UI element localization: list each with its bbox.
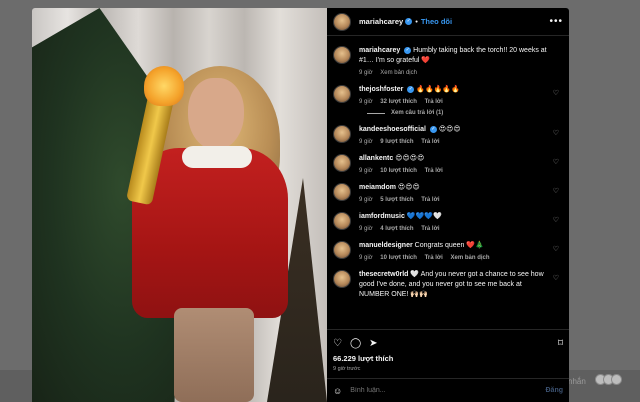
list-item: meiamdom 😍😍😍 9 giờ 5 lượt thích Trả lời … <box>333 183 563 203</box>
heart-icon[interactable]: ♡ <box>553 216 559 224</box>
likes-count[interactable]: 66.229 lượt thích <box>333 354 563 363</box>
comment-username[interactable]: iamfordmusic <box>359 213 405 220</box>
reply-button[interactable]: Trả lời <box>421 197 439 203</box>
comment-username[interactable]: meiamdom <box>359 184 396 191</box>
comment-composer: ☺ Đăng <box>327 378 569 402</box>
list-item: thesecretw0rld 🤍 And you never got a cha… <box>333 270 563 300</box>
avatar[interactable] <box>333 241 351 259</box>
comment-username[interactable]: manueldesigner <box>359 242 413 249</box>
comment-username[interactable]: thejoshfoster <box>359 86 403 93</box>
list-item: thejoshfoster ✓ 🔥🔥🔥🔥🔥 9 giờ 32 lượt thíc… <box>333 85 563 105</box>
comment-likes[interactable]: 10 lượt thích <box>380 168 417 174</box>
heart-icon[interactable]: ♡ <box>333 338 342 349</box>
heart-icon[interactable]: ♡ <box>553 129 559 137</box>
comment-likes[interactable]: 9 lượt thích <box>380 139 413 145</box>
avatar[interactable] <box>333 154 351 172</box>
heart-icon[interactable]: ♡ <box>553 89 559 97</box>
caption-username[interactable]: mariahcarey <box>359 47 400 54</box>
caption-item: mariahcarey ✓ Humbly taking back the tor… <box>333 46 563 76</box>
more-options-icon[interactable]: ••• <box>549 16 563 27</box>
comment-time[interactable]: 9 giờ <box>359 139 373 145</box>
avatar[interactable] <box>333 46 351 64</box>
list-item: allankentc 😍😍😍😍 9 giờ 10 lượt thích Trả … <box>333 154 563 174</box>
avatar[interactable] <box>333 85 351 103</box>
post-image <box>32 8 327 402</box>
comment-input[interactable] <box>350 387 546 394</box>
verified-icon: ✓ <box>429 125 437 133</box>
emoji-icon[interactable]: ☺ <box>333 386 342 396</box>
comment-text: 😍😍😍 <box>438 126 461 133</box>
comment-username[interactable]: thesecretw0rld <box>359 271 408 278</box>
comment-username[interactable]: allankentc <box>359 155 393 162</box>
heart-icon[interactable]: ♡ <box>553 158 559 166</box>
comment-text: 💙💙💙🤍 <box>406 213 442 220</box>
comment-likes[interactable]: 4 lượt thích <box>380 226 413 232</box>
torch-flame <box>144 66 184 106</box>
list-item: iamfordmusic 💙💙💙🤍 9 giờ 4 lượt thích Trả… <box>333 212 563 232</box>
avatar[interactable] <box>333 212 351 230</box>
reply-button[interactable]: Trả lời <box>421 139 439 145</box>
separator-dot: • <box>415 17 418 26</box>
see-translation-link[interactable]: Xem bản dịch <box>451 255 490 261</box>
comments-list[interactable]: mariahcarey ✓ Humbly taking back the tor… <box>327 36 569 329</box>
post-actions: ♡ ◯ ➤ ⌑ 66.229 lượt thích 9 giờ trước <box>327 329 569 372</box>
comment-likes[interactable]: 5 lượt thích <box>380 197 413 203</box>
comment-text: 🔥🔥🔥🔥🔥 <box>416 86 460 93</box>
verified-icon: ✓ <box>404 46 412 54</box>
comment-time[interactable]: 9 giờ <box>359 226 373 232</box>
comment-icon[interactable]: ◯ <box>350 338 361 349</box>
post-comment-button[interactable]: Đăng <box>546 387 564 394</box>
view-replies-label: Xem câu trả lời (1) <box>391 110 444 116</box>
comment-likes[interactable]: 32 lượt thích <box>380 99 417 105</box>
list-item: manueldesigner Congrats queen ❤️🎄 9 giờ … <box>333 241 563 261</box>
list-item: kandeeshoesofficial ✓ 😍😍😍 9 giờ 9 lượt t… <box>333 125 563 145</box>
comment-time[interactable]: 9 giờ <box>359 99 373 105</box>
see-translation-link[interactable]: Xem bản dịch <box>380 70 417 76</box>
view-replies-button[interactable]: Xem câu trả lời (1) <box>367 110 563 116</box>
follow-button[interactable]: Theo dõi <box>421 17 452 26</box>
reply-button[interactable]: Trả lời <box>425 168 443 174</box>
heart-icon[interactable]: ♡ <box>553 187 559 195</box>
reply-button[interactable]: Trả lời <box>425 99 443 105</box>
heart-icon[interactable]: ♡ <box>553 274 559 282</box>
background-messages-label: nhắn <box>568 377 586 386</box>
person-fur-collar <box>182 146 252 168</box>
comment-time[interactable]: 9 giờ <box>359 168 373 174</box>
comment-text: 😍😍😍😍 <box>395 155 425 162</box>
verified-icon: ✓ <box>407 85 415 93</box>
reply-button[interactable]: Trả lời <box>421 226 439 232</box>
comment-text: 😍😍😍 <box>397 184 420 191</box>
caption-time[interactable]: 9 giờ <box>359 70 373 76</box>
comment-likes[interactable]: 10 lượt thích <box>380 255 417 261</box>
comment-text: Congrats queen ❤️🎄 <box>414 242 484 249</box>
person-face <box>188 78 244 150</box>
replies-divider <box>367 112 385 114</box>
verified-icon: ✓ <box>405 18 413 25</box>
heart-icon[interactable]: ♡ <box>553 245 559 253</box>
comment-time[interactable]: 9 giờ <box>359 197 373 203</box>
posted-time[interactable]: 9 giờ trước <box>333 366 563 372</box>
post-side-panel: mariahcarey ✓ • Theo dõi ••• mariahcarey… <box>327 8 569 402</box>
avatar[interactable] <box>333 12 351 31</box>
bookmark-icon[interactable]: ⌑ <box>558 338 563 349</box>
person-legs <box>174 308 254 402</box>
avatar[interactable] <box>333 183 351 201</box>
comment-time[interactable]: 9 giờ <box>359 255 373 261</box>
post-header: mariahcarey ✓ • Theo dõi ••• <box>327 8 569 36</box>
background-avatars <box>595 374 622 385</box>
avatar[interactable] <box>333 125 351 143</box>
avatar[interactable] <box>333 270 351 288</box>
post-author-username[interactable]: mariahcarey <box>359 17 403 26</box>
post-modal: mariahcarey ✓ • Theo dõi ••• mariahcarey… <box>32 8 569 402</box>
comment-username[interactable]: kandeeshoesofficial <box>359 126 426 133</box>
reply-button[interactable]: Trả lời <box>425 255 443 261</box>
share-icon[interactable]: ➤ <box>369 338 377 349</box>
